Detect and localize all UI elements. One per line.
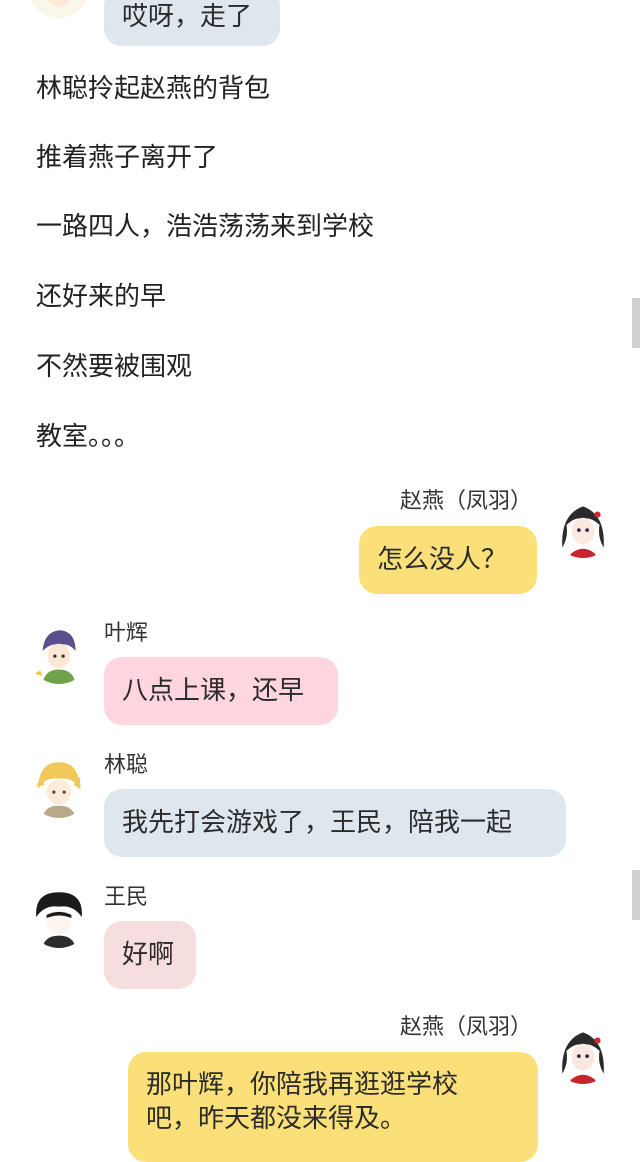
speaker-name: 赵燕（凤羽） bbox=[399, 489, 532, 514]
message-bubble[interactable]: 八点上课，还早 bbox=[104, 657, 338, 725]
message-text: 怎么没人？ bbox=[377, 545, 508, 575]
message-bubble[interactable]: 好啊 bbox=[104, 921, 196, 989]
speaker-name: 林聪 bbox=[104, 753, 149, 778]
girl-avatar-icon[interactable] bbox=[552, 496, 614, 558]
narration-line: 教室。。。 bbox=[36, 422, 141, 452]
narration-line: 还好来的早 bbox=[36, 282, 167, 312]
message-text: 八点上课，还早 bbox=[122, 676, 305, 706]
message-text-line: 吧，昨天都没来得及。 bbox=[146, 1104, 407, 1134]
narration-line: 不然要被围观 bbox=[36, 352, 193, 382]
girl-avatar-icon[interactable] bbox=[552, 1022, 614, 1084]
boy-blond-avatar-icon[interactable] bbox=[28, 0, 90, 18]
message-text: 我先打会游戏了，王民，陪我一起 bbox=[122, 808, 513, 838]
speaker-name: 叶辉 bbox=[104, 621, 149, 646]
narration-line: 推着燕子离开了 bbox=[36, 143, 219, 173]
message-bubble[interactable]: 那叶辉，你陪我再逛逛学校 吧，昨天都没来得及。 bbox=[128, 1052, 538, 1162]
narration-line: 林聪拎起赵燕的背包 bbox=[36, 74, 271, 104]
boy-dark-avatar-icon[interactable] bbox=[28, 886, 90, 948]
speaker-name: 王民 bbox=[104, 885, 149, 910]
narration-line: 一路四人，浩浩荡荡来到学校 bbox=[36, 212, 375, 242]
scrollbar-thumb[interactable] bbox=[632, 298, 640, 348]
message-bubble[interactable]: 哎呀，走了 bbox=[104, 0, 280, 46]
speaker-name: 赵燕（凤羽） bbox=[399, 1015, 532, 1040]
message-bubble[interactable]: 我先打会游戏了，王民，陪我一起 bbox=[104, 789, 566, 857]
boy-green-avatar-icon[interactable] bbox=[28, 622, 90, 684]
message-bubble[interactable]: 怎么没人？ bbox=[359, 526, 537, 594]
boy-blond-avatar-icon[interactable] bbox=[28, 756, 90, 818]
message-text-line: 那叶辉，你陪我再逛逛学校 bbox=[146, 1070, 459, 1100]
message-text: 好啊 bbox=[122, 940, 175, 970]
scrollbar-thumb[interactable] bbox=[632, 870, 640, 920]
message-text: 哎呀，走了 bbox=[122, 2, 253, 32]
